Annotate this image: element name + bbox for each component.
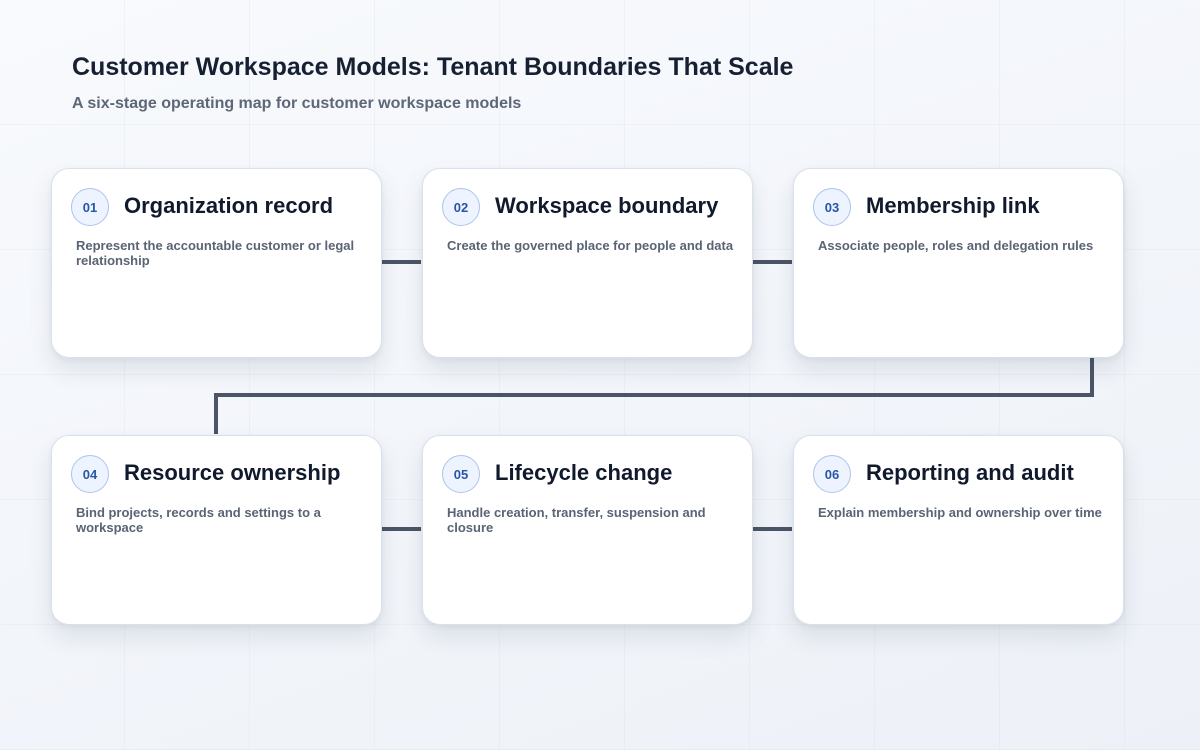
stage-title: Lifecycle change bbox=[495, 460, 673, 485]
stage-description: Represent the accountable customer or le… bbox=[76, 238, 355, 268]
stage-title: Membership link bbox=[866, 193, 1040, 218]
stage-card-lifecycle-change[interactable]: 05 Lifecycle change Handle creation, tra… bbox=[422, 435, 753, 625]
stage-card-organization-record[interactable]: 01 Organization record Represent the acc… bbox=[51, 168, 382, 358]
stage-number-badge: 05 bbox=[442, 455, 480, 493]
stage-description: Associate people, roles and delegation r… bbox=[818, 238, 1094, 253]
stage-title: Resource ownership bbox=[124, 460, 341, 485]
stage-title: Workspace boundary bbox=[495, 193, 719, 218]
stage-card-reporting-and-audit[interactable]: 06 Reporting and audit Explain membershi… bbox=[793, 435, 1124, 625]
stage-title: Organization record bbox=[124, 193, 334, 218]
stage-card-workspace-boundary[interactable]: 02 Workspace boundary Create the governe… bbox=[422, 168, 753, 358]
stage-number-badge: 06 bbox=[813, 455, 851, 493]
stage-description: Create the governed place for people and… bbox=[447, 238, 734, 253]
stage-number-badge: 04 bbox=[71, 455, 109, 493]
stage-description: Explain membership and ownership over ti… bbox=[818, 505, 1102, 520]
stage-connectors bbox=[214, 260, 1094, 531]
stage-number-badge: 01 bbox=[71, 188, 109, 226]
stage-title: Reporting and audit bbox=[866, 460, 1074, 485]
connector-03-04 bbox=[214, 358, 1094, 434]
stage-card-resource-ownership[interactable]: 04 Resource ownership Bind projects, rec… bbox=[51, 435, 382, 625]
stage-description: Bind projects, records and settings to a… bbox=[76, 505, 321, 535]
stage-number-badge: 03 bbox=[813, 188, 851, 226]
stage-card-membership-link[interactable]: 03 Membership link Associate people, rol… bbox=[793, 168, 1124, 358]
stage-description: Handle creation, transfer, suspension an… bbox=[447, 505, 706, 535]
stage-number-badge: 02 bbox=[442, 188, 480, 226]
